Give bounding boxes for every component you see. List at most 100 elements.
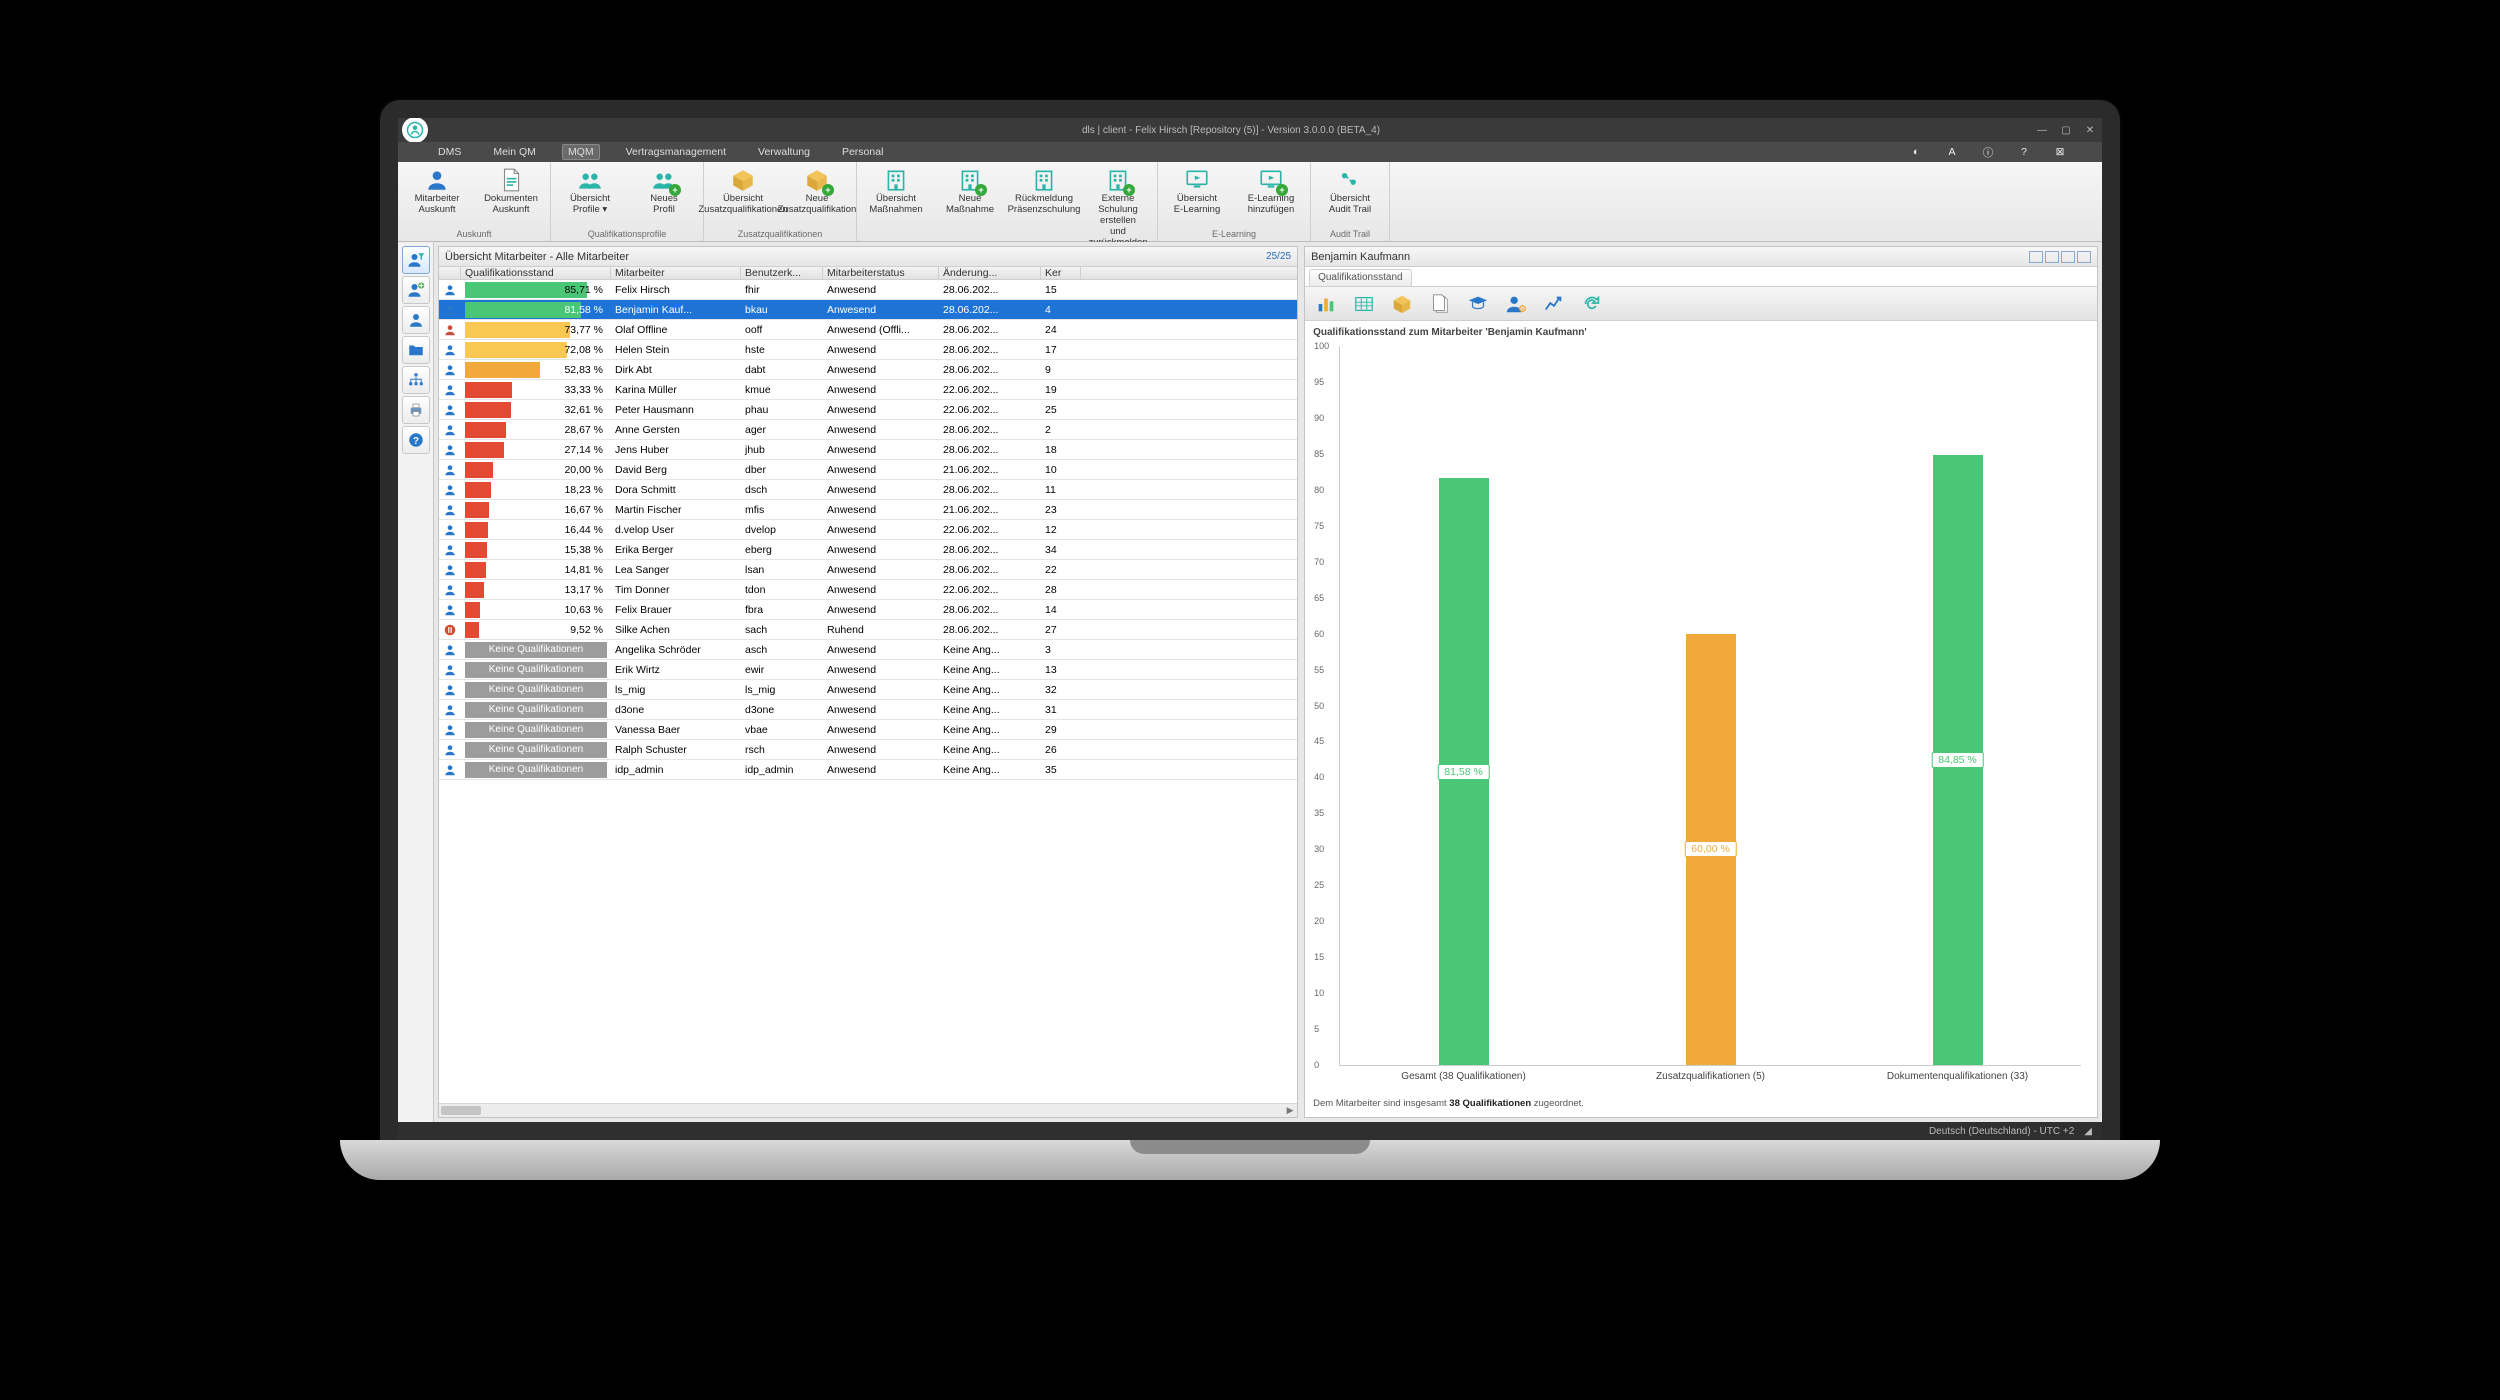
- col-employee[interactable]: Mitarbeiter: [611, 267, 741, 279]
- table-row[interactable]: Keine QualifikationenAngelika Schröderas…: [439, 640, 1297, 660]
- table-row[interactable]: 18,23 %Dora SchmittdschAnwesend28.06.202…: [439, 480, 1297, 500]
- panel-layout-icons[interactable]: [2029, 251, 2091, 263]
- qualification-bar: 73,77 %: [465, 322, 607, 338]
- sidebar-add-person-button[interactable]: [402, 276, 430, 304]
- table-row[interactable]: 16,67 %Martin FischermfisAnwesend21.06.2…: [439, 500, 1297, 520]
- ribbon-button-neue-massnahme[interactable]: +Neue Maßnahme: [935, 166, 1005, 216]
- table-row[interactable]: Keine QualifikationenErik WirtzewirAnwes…: [439, 660, 1297, 680]
- person-icon: [422, 166, 452, 194]
- window-close-button[interactable]: ✕: [2078, 125, 2102, 136]
- table-row[interactable]: 85,71 %Felix HirschfhirAnwesend28.06.202…: [439, 280, 1297, 300]
- table-row[interactable]: 20,00 %David BergdberAnwesend21.06.202..…: [439, 460, 1297, 480]
- qualification-bar: 33,33 %: [465, 382, 607, 398]
- col-status[interactable]: Mitarbeiterstatus: [823, 267, 939, 279]
- table-row[interactable]: Keine Qualifikationend3oned3oneAnwesendK…: [439, 700, 1297, 720]
- tab-qualification[interactable]: Qualifikationsstand: [1309, 269, 1412, 286]
- horizontal-scrollbar[interactable]: ◀ ▶: [439, 1103, 1297, 1117]
- cell-status: Anwesend: [823, 404, 939, 416]
- table-row[interactable]: 13,17 %Tim DonnertdonAnwesend22.06.202..…: [439, 580, 1297, 600]
- sidebar-single-person-button[interactable]: [402, 306, 430, 334]
- cell-name: ls_mig: [611, 684, 741, 696]
- chart-bar-label: 81,58 %: [1437, 764, 1490, 780]
- cell-name: Dora Schmitt: [611, 484, 741, 496]
- menu-item-personal[interactable]: Personal: [836, 144, 889, 160]
- table-row[interactable]: 72,08 %Helen SteinhsteAnwesend28.06.202.…: [439, 340, 1297, 360]
- ribbon-button-rueckmeldung[interactable]: RückmeldungPräsenzschulung: [1009, 166, 1079, 216]
- cell-ker: 2: [1041, 424, 1081, 436]
- window-minimize-button[interactable]: —: [2030, 125, 2054, 136]
- ribbon-button-mitarbeiter-auskunft[interactable]: MitarbeiterAuskunft: [402, 166, 472, 216]
- table-row[interactable]: 9,52 %Silke AchensachRuhend28.06.202...2…: [439, 620, 1297, 640]
- menubar-icon-1[interactable]: A: [1944, 146, 1960, 158]
- col-ker[interactable]: Ker: [1041, 267, 1081, 279]
- toolbar-graduate-button[interactable]: [1465, 291, 1491, 317]
- ribbon-button-dokumenten-auskunft[interactable]: DokumentenAuskunft: [476, 166, 546, 216]
- cell-status: Anwesend: [823, 764, 939, 776]
- cell-ker: 17: [1041, 344, 1081, 356]
- menu-item-mein qm[interactable]: Mein QM: [487, 144, 542, 160]
- table-row[interactable]: 32,61 %Peter HausmannphauAnwesend22.06.2…: [439, 400, 1297, 420]
- sidebar-org-button[interactable]: [402, 366, 430, 394]
- toolbar-refresh-button[interactable]: [1579, 291, 1605, 317]
- employee-grid[interactable]: Qualifikationsstand Mitarbeiter Benutzer…: [439, 267, 1297, 1103]
- menu-item-mqm[interactable]: MQM: [562, 144, 600, 160]
- ribbon-button-neues-profil[interactable]: +NeuesProfil: [629, 166, 699, 216]
- cell-ker: 26: [1041, 744, 1081, 756]
- col-qualification[interactable]: Qualifikationsstand: [461, 267, 611, 279]
- window-maximize-button[interactable]: ▢: [2054, 125, 2078, 136]
- table-row[interactable]: Keine QualifikationenRalph SchusterrschA…: [439, 740, 1297, 760]
- qualification-bar: 16,67 %: [465, 502, 607, 518]
- cell-status: Anwesend (Offli...: [823, 324, 939, 336]
- table-row[interactable]: Keine Qualifikationenls_migls_migAnwesen…: [439, 680, 1297, 700]
- ribbon-button-uebersicht-elearning[interactable]: ÜbersichtE-Learning: [1162, 166, 1232, 216]
- menu-item-dms[interactable]: DMS: [432, 144, 467, 160]
- ribbon-button-externe-schulung[interactable]: +Externe Schulung erstellenund zurückmel…: [1083, 166, 1153, 249]
- table-row[interactable]: 52,83 %Dirk AbtdabtAnwesend28.06.202...9: [439, 360, 1297, 380]
- col-changed[interactable]: Änderung...: [939, 267, 1041, 279]
- qualification-none: Keine Qualifikationen: [465, 702, 607, 718]
- table-row[interactable]: 81,58 %Benjamin Kauf...bkauAnwesend28.06…: [439, 300, 1297, 320]
- cell-ker: 3: [1041, 644, 1081, 656]
- qualification-none: Keine Qualifikationen: [465, 762, 607, 778]
- table-row[interactable]: 33,33 %Karina MüllerkmueAnwesend22.06.20…: [439, 380, 1297, 400]
- sidebar-help-button[interactable]: [402, 426, 430, 454]
- ribbon-button-uebersicht-massnahmen[interactable]: ÜbersichtMaßnahmen: [861, 166, 931, 216]
- status-resize-grip-icon[interactable]: ◢: [2084, 1126, 2092, 1137]
- table-row[interactable]: Keine Qualifikationenidp_adminidp_adminA…: [439, 760, 1297, 780]
- table-row[interactable]: Keine QualifikationenVanessa BaervbaeAnw…: [439, 720, 1297, 740]
- toolbar-docs-button[interactable]: [1427, 291, 1453, 317]
- ribbon-button-uebersicht-profile[interactable]: ÜbersichtProfile ▾: [555, 166, 625, 216]
- sidebar-print-button[interactable]: [402, 396, 430, 424]
- scroll-thumb[interactable]: [441, 1106, 481, 1115]
- menu-item-vertragsmanagement[interactable]: Vertragsmanagement: [620, 144, 732, 160]
- table-row[interactable]: 16,44 %d.velop UserdvelopAnwesend22.06.2…: [439, 520, 1297, 540]
- col-userkey[interactable]: Benutzerk...: [741, 267, 823, 279]
- ribbon-button-uebersicht-audit[interactable]: ÜbersichtAudit Trail: [1315, 166, 1385, 216]
- table-row[interactable]: 10,63 %Felix BrauerfbraAnwesend28.06.202…: [439, 600, 1297, 620]
- scroll-right-icon[interactable]: ▶: [1283, 1104, 1297, 1117]
- menubar-icon-3[interactable]: ?: [2016, 146, 2032, 158]
- toolbar-person-cfg-button[interactable]: [1503, 291, 1529, 317]
- toolbar-box-button[interactable]: [1389, 291, 1415, 317]
- menubar-icon-0[interactable]: ◐: [1908, 146, 1924, 158]
- ribbon-button-uebersicht-zusatz[interactable]: ÜbersichtZusatzqualifikationen: [708, 166, 778, 216]
- toolbar-chart-button[interactable]: [1313, 291, 1339, 317]
- employee-overview-panel: Übersicht Mitarbeiter - Alle Mitarbeiter…: [438, 246, 1298, 1118]
- table-row[interactable]: 28,67 %Anne GerstenagerAnwesend28.06.202…: [439, 420, 1297, 440]
- cell-status: Anwesend: [823, 584, 939, 596]
- sidebar-filter-person-button[interactable]: [402, 246, 430, 274]
- toolbar-table-button[interactable]: [1351, 291, 1377, 317]
- table-row[interactable]: 15,38 %Erika BergerebergAnwesend28.06.20…: [439, 540, 1297, 560]
- table-row[interactable]: 14,81 %Lea SangerlsanAnwesend28.06.202..…: [439, 560, 1297, 580]
- ribbon-button-elearning-hinzu[interactable]: +E-Learninghinzufügen: [1236, 166, 1306, 216]
- menu-item-verwaltung[interactable]: Verwaltung: [752, 144, 816, 160]
- cell-userkey: dabt: [741, 364, 823, 376]
- menubar-icon-4[interactable]: ⊠: [2052, 146, 2068, 158]
- table-row[interactable]: 27,14 %Jens HuberjhubAnwesend28.06.202..…: [439, 440, 1297, 460]
- cell-ker: 35: [1041, 764, 1081, 776]
- menubar-icon-2[interactable]: ⓘ: [1980, 145, 1996, 160]
- ribbon-button-neue-zusatz[interactable]: +NeueZusatzqualifikation: [782, 166, 852, 216]
- toolbar-trend-button[interactable]: [1541, 291, 1567, 317]
- table-row[interactable]: 73,77 %Olaf OfflineooffAnwesend (Offli..…: [439, 320, 1297, 340]
- sidebar-folder-button[interactable]: [402, 336, 430, 364]
